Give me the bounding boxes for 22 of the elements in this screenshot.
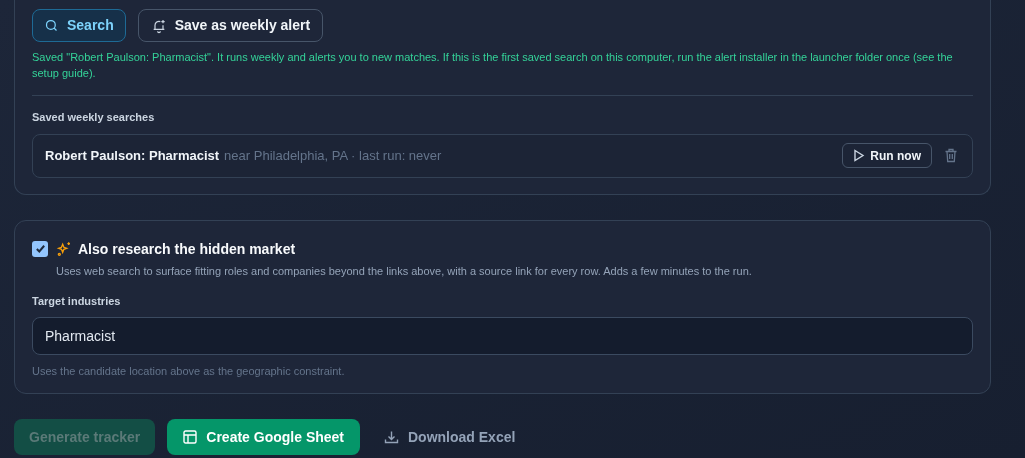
- saved-search-name: Robert Paulson: Pharmacist: [45, 146, 220, 165]
- saved-search-detail: near Philadelphia, PA · last run: never: [224, 146, 443, 165]
- trash-icon[interactable]: [944, 148, 958, 163]
- create-sheet-button[interactable]: Create Google Sheet: [167, 419, 360, 455]
- search-icon: [44, 18, 59, 33]
- save-alert-button[interactable]: Save as weekly alert: [137, 9, 324, 42]
- check-icon: [34, 243, 46, 254]
- target-industries-field[interactable]: Pharmacist: [32, 316, 973, 355]
- option-title: Also research the hidden market: [78, 239, 296, 259]
- section-heading: Saved weekly searches: [32, 110, 156, 125]
- run-now-button[interactable]: Run now: [842, 143, 932, 168]
- checkbox[interactable]: [32, 240, 48, 257]
- play-icon: [853, 149, 866, 162]
- option-description: Uses web search to surface fitting roles and companies beyond the links above, with a source link for every row. Adds a few minutes to the run.: [56, 263, 752, 279]
- field-hint: Uses the candidate location above as the geographic constraint.: [32, 363, 346, 379]
- search-button[interactable]: Search: [32, 9, 126, 42]
- table-icon: [183, 430, 198, 444]
- download-icon: [384, 429, 399, 445]
- sparkles-icon: [56, 241, 72, 257]
- saved-message: Saved "Robert Paulson: Pharmacist". It runs weekly and alerts you to new matches. If this is the first saved search on this computer, run the alert installer in the launcher folder once (see the setup guide).: [32, 50, 954, 81]
- download-excel-button[interactable]: Download Excel: [372, 419, 528, 455]
- field-label: Target industries: [32, 294, 122, 309]
